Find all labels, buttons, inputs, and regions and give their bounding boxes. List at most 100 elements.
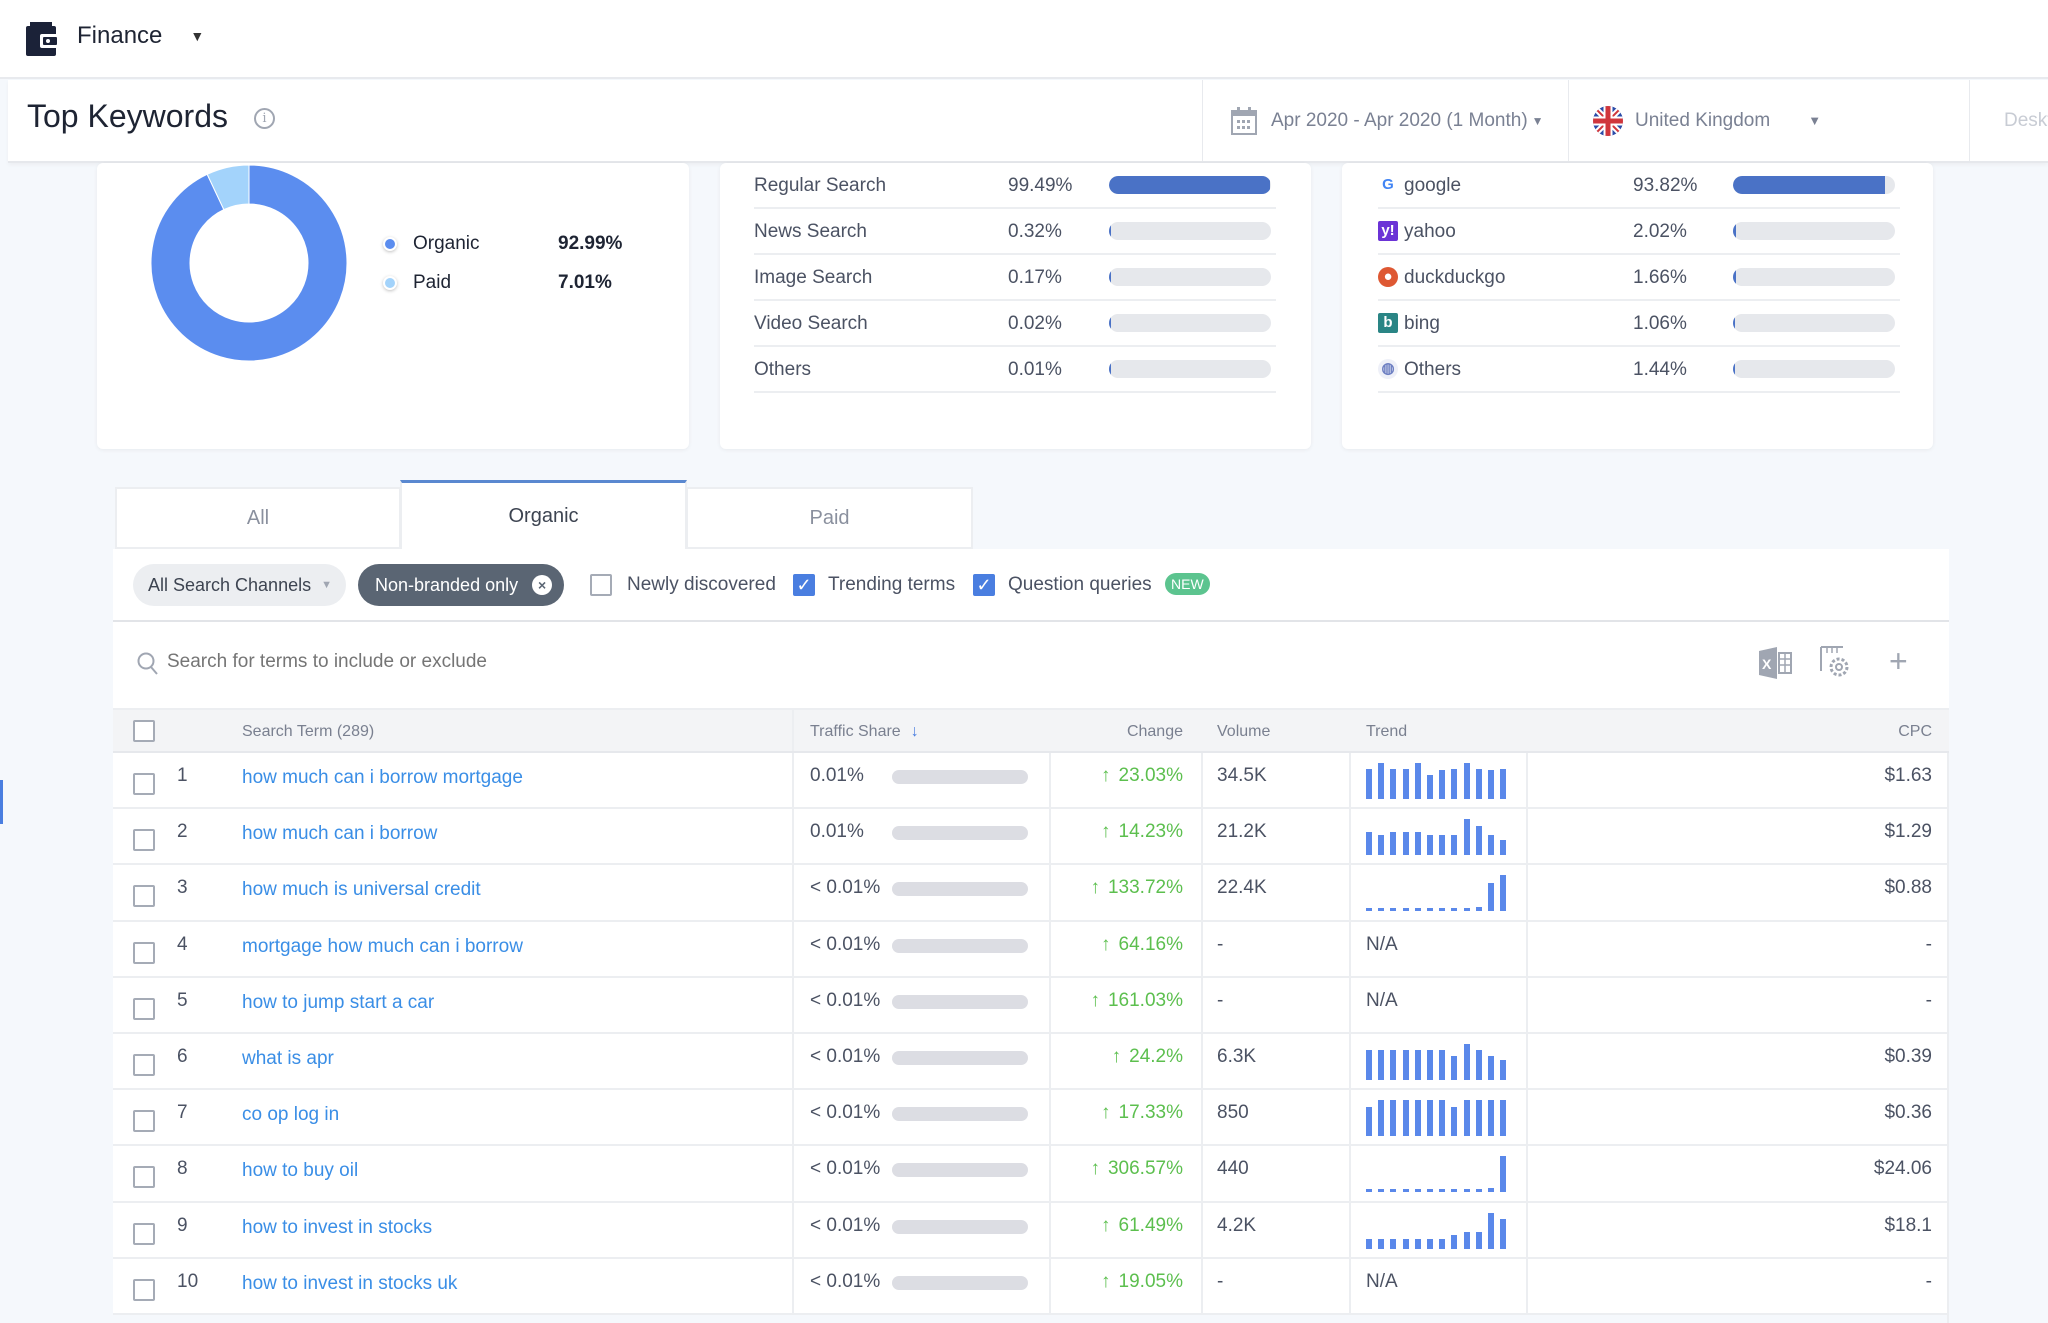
search-term-link[interactable]: how much can i borrow	[242, 823, 437, 845]
search-channels-dropdown[interactable]: All Search Channels ▼	[133, 564, 346, 606]
search-term-link[interactable]: how to invest in stocks	[242, 1217, 432, 1239]
traffic-share-value: < 0.01%	[810, 1270, 881, 1292]
item-label: News Search	[754, 221, 867, 242]
share-bar	[1733, 222, 1895, 240]
legend-dot	[383, 276, 397, 290]
search-term-link[interactable]: how to invest in stocks uk	[242, 1273, 457, 1295]
volume-value: 34.5K	[1217, 765, 1267, 786]
change-percent: 64.16%	[1118, 933, 1183, 955]
trend-bar	[1475, 1231, 1482, 1249]
list-item: News Search 0.32%	[754, 209, 1276, 255]
trend-bar	[1463, 1100, 1470, 1137]
tab-paid[interactable]: Paid	[686, 487, 973, 549]
close-icon[interactable]: ×	[532, 575, 553, 595]
trend-bar	[1488, 1212, 1494, 1249]
row-checkbox[interactable]	[133, 829, 155, 852]
search-term-link[interactable]: co op log in	[242, 1104, 339, 1126]
share-bar	[1109, 268, 1271, 286]
item-value: 93.82%	[1633, 175, 1698, 196]
arrow-up-icon: ↑	[1101, 933, 1111, 955]
date-range-picker[interactable]: Apr 2020 - Apr 2020 (1 Month) ▼	[1202, 80, 1568, 161]
divider	[1349, 865, 1351, 920]
column-settings-icon[interactable]	[1819, 645, 1851, 679]
search-term-link[interactable]: how much is universal credit	[242, 879, 481, 901]
row-checkbox[interactable]	[133, 1278, 155, 1301]
row-number: 7	[177, 1102, 188, 1124]
trend-bar	[1439, 1050, 1446, 1080]
trend-bar	[1427, 1050, 1433, 1080]
trend-bar	[1488, 1055, 1494, 1080]
row-checkbox[interactable]	[133, 1166, 155, 1189]
trend-na: N/A	[1366, 989, 1398, 1011]
row-checkbox[interactable]	[133, 997, 155, 1020]
trending-terms-checkbox[interactable]: ✓	[793, 574, 815, 596]
trend-bar	[1463, 819, 1470, 856]
row-checkbox[interactable]	[133, 773, 155, 795]
divider	[1526, 1258, 1528, 1313]
search-term-link[interactable]: how to jump start a car	[242, 992, 434, 1014]
table-row: 7 co op log in < 0.01% ↑ 17.33% 850 $0.36	[113, 1090, 1949, 1147]
change-percent: 161.03%	[1107, 989, 1183, 1011]
divider	[792, 1146, 794, 1201]
divider	[1201, 1090, 1203, 1145]
trend-bar	[1451, 835, 1458, 856]
row-checkbox[interactable]	[133, 941, 155, 964]
trend-bar	[1500, 1100, 1507, 1137]
row-number: 9	[177, 1214, 188, 1236]
cpc-value: $0.39	[1884, 1046, 1932, 1067]
trend-bar	[1463, 1189, 1470, 1193]
search-term-link[interactable]: how to buy oil	[242, 1160, 358, 1182]
divider	[792, 1034, 794, 1089]
row-checkbox[interactable]	[133, 1222, 155, 1245]
list-item: Video Search 0.02%	[754, 301, 1276, 347]
info-icon[interactable]: i	[254, 108, 275, 129]
trend-sparkline	[1366, 1100, 1508, 1137]
divider	[1201, 977, 1203, 1032]
header-cpc[interactable]: CPC	[113, 723, 1932, 741]
country-selector[interactable]: United Kingdom ▼	[1568, 80, 1969, 161]
tab-all[interactable]: All	[115, 487, 401, 549]
trend-bar	[1488, 1100, 1494, 1137]
device-value: Desktop	[2004, 109, 2048, 131]
item-label: yahoo	[1404, 221, 1456, 242]
trend-bar	[1378, 1100, 1385, 1137]
divider	[1201, 809, 1203, 864]
search-term-link[interactable]: how much can i borrow mortgage	[242, 767, 523, 789]
divider	[792, 1202, 794, 1257]
volume-value: -	[1217, 933, 1224, 955]
traffic-share-bar	[892, 770, 1028, 784]
workspace-selector[interactable]: Finance ▼	[77, 22, 204, 50]
excel-export-icon[interactable]: X	[1759, 647, 1793, 679]
legend-label: Paid	[413, 272, 452, 293]
tab-organic[interactable]: Organic	[400, 480, 687, 550]
row-checkbox[interactable]	[133, 1054, 155, 1076]
row-checkbox[interactable]	[133, 1110, 155, 1133]
newly-discovered-checkbox[interactable]	[590, 574, 612, 596]
share-bar-fill	[1109, 268, 1112, 286]
page-header: Top Keywords i Apr 2020 - Apr 2020 (1 Mo…	[8, 80, 2048, 163]
search-terms-input[interactable]	[167, 647, 1667, 677]
search-term-link[interactable]: mortgage how much can i borrow	[242, 936, 523, 958]
add-icon[interactable]: +	[1889, 643, 1908, 680]
cpc-value: $24.06	[1873, 1158, 1932, 1180]
divider	[1526, 753, 1528, 808]
question-queries-checkbox[interactable]: ✓	[973, 574, 995, 596]
share-bar	[1109, 222, 1271, 240]
cpc-value: $18.1	[1884, 1214, 1932, 1236]
non-branded-label: Non-branded only	[375, 574, 519, 595]
row-checkbox[interactable]	[133, 885, 155, 908]
divider	[1201, 921, 1203, 976]
non-branded-filter-chip[interactable]: Non-branded only ×	[358, 564, 564, 606]
arrow-up-icon: ↑	[1090, 877, 1100, 899]
divider	[1526, 977, 1528, 1032]
item-label: bing	[1404, 313, 1440, 334]
change-value: ↑ 17.33%	[1049, 1102, 1183, 1124]
divider	[1349, 753, 1351, 808]
trend-bar	[1439, 1189, 1446, 1193]
share-bar-fill	[1733, 176, 1885, 194]
search-term-link[interactable]: what is apr	[242, 1048, 334, 1070]
volume-value: 4.2K	[1217, 1214, 1257, 1236]
item-label: duckduckgo	[1404, 267, 1506, 288]
device-selector[interactable]: Desktop	[1969, 80, 2048, 161]
change-percent: 17.33%	[1118, 1102, 1183, 1124]
